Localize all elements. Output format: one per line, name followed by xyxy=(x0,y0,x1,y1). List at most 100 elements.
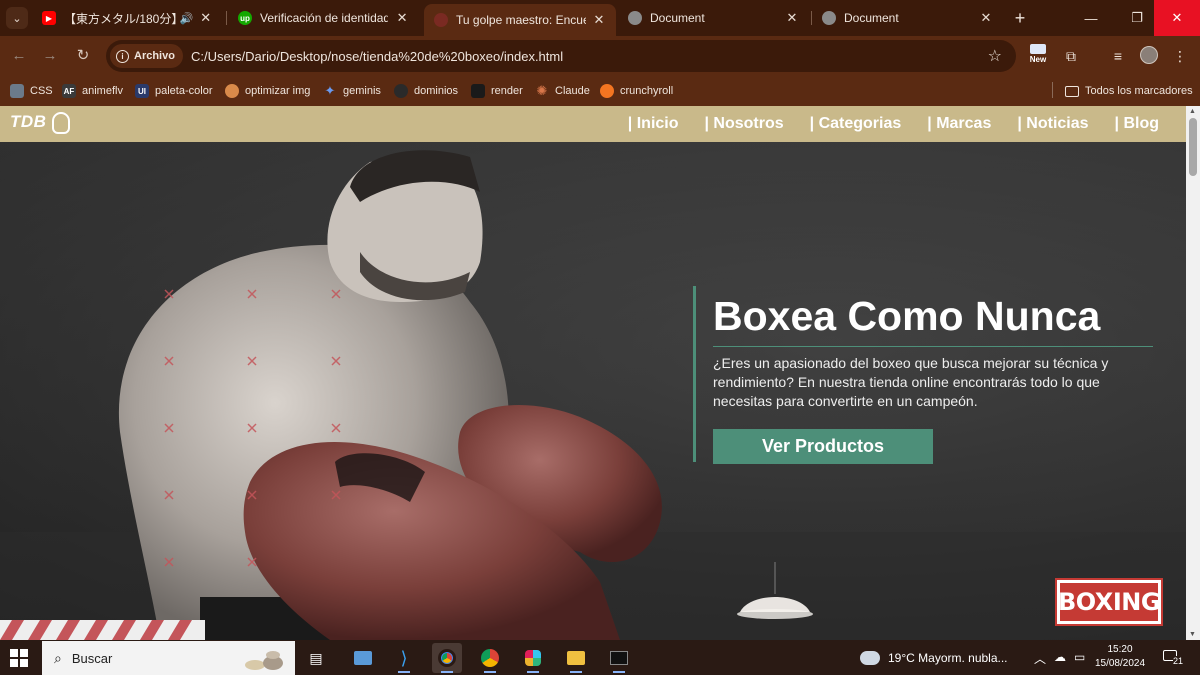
nav-inicio[interactable]: | Inicio xyxy=(628,115,679,133)
boxing-glove-logo-icon xyxy=(52,112,70,134)
bookmark-label: geminis xyxy=(343,85,381,97)
bookmark-render[interactable]: render xyxy=(471,81,523,101)
url-text[interactable]: C:/Users/Dario/Desktop/nose/tienda%20de%… xyxy=(191,49,563,64)
tab-document-1[interactable]: Document ✕ xyxy=(618,4,810,32)
chrome-profile-icon[interactable] xyxy=(475,643,505,673)
bookmark-animeflv[interactable]: AF animeflv xyxy=(62,81,123,101)
nav-blog[interactable]: | Blog xyxy=(1115,115,1159,133)
globe-icon xyxy=(628,11,642,25)
tab-verification[interactable]: up Verificación de identidad ✕ xyxy=(228,4,420,32)
new-tab-button[interactable]: + xyxy=(1010,8,1030,28)
bookmark-paleta-color[interactable]: UI paleta-color xyxy=(135,81,212,101)
hero-description: ¿Eres un apasionado del boxeo que busca … xyxy=(713,355,1109,409)
minimize-button[interactable]: — xyxy=(1068,0,1114,36)
hero-section: Boxea Como Nunca ¿Eres un apasionado del… xyxy=(0,142,1186,640)
windows-start-icon[interactable] xyxy=(10,649,28,667)
bookmark-claude[interactable]: ✺ Claude xyxy=(535,81,590,101)
bookmark-label: paleta-color xyxy=(155,85,213,97)
hero-card: Boxea Como Nunca ¿Eres un apasionado del… xyxy=(693,286,1163,464)
folder-app-icon[interactable] xyxy=(348,643,378,673)
notification-center-icon[interactable]: 21 xyxy=(1163,648,1189,668)
info-icon: i xyxy=(116,49,129,63)
tab-search-button[interactable]: ⌄ xyxy=(6,7,28,29)
display-icon[interactable]: ▭ xyxy=(1074,650,1085,664)
scroll-up-arrow-icon[interactable]: ▲ xyxy=(1189,108,1196,115)
hero-title: Boxea Como Nunca xyxy=(713,293,1101,339)
bookmark-label: Claude xyxy=(555,85,590,97)
tab-document-2[interactable]: Document ✕ xyxy=(812,4,1004,32)
network-offline-icon[interactable]: ☁ xyxy=(1054,650,1066,664)
address-bar[interactable]: i Archivo C:/Users/Dario/Desktop/nose/ti… xyxy=(106,40,1016,72)
nav-noticias[interactable]: | Noticias xyxy=(1017,115,1088,133)
nav-marcas[interactable]: | Marcas xyxy=(927,115,991,133)
all-bookmarks-folder[interactable]: Todos los marcadores xyxy=(1065,81,1193,101)
bookmark-label: render xyxy=(491,85,523,97)
bookmark-label: optimizar img xyxy=(245,85,311,97)
media-control-icon[interactable]: ≡ xyxy=(1108,46,1128,66)
tab-title: Document xyxy=(650,11,705,25)
forward-button[interactable]: → xyxy=(40,46,60,66)
close-icon[interactable]: ✕ xyxy=(200,10,212,26)
scrollbar-thumb[interactable] xyxy=(1189,118,1197,176)
bookmark-crunchyroll[interactable]: crunchyroll xyxy=(600,81,673,101)
ui-icon: UI xyxy=(135,84,149,98)
notification-count: 21 xyxy=(1173,656,1184,666)
bookmark-css[interactable]: CSS xyxy=(10,81,53,101)
tab-youtube[interactable]: ▶ 【東方メタル/180分】鋼鉄 🔊 ✕ xyxy=(32,4,222,32)
tab-boxing-store[interactable]: Tu golpe maestro: Encuentr ✕ xyxy=(424,4,616,36)
search-placeholder: Buscar xyxy=(71,650,113,666)
page-scrollbar[interactable]: ▲ ▼ xyxy=(1186,106,1200,640)
extensions-icon[interactable]: ⧉ xyxy=(1061,46,1081,66)
globe-icon xyxy=(822,11,836,25)
vscode-icon[interactable]: ⟩ xyxy=(389,643,419,673)
task-view-icon[interactable]: ▤ xyxy=(301,643,331,673)
bookmark-dominios[interactable]: dominios xyxy=(394,81,458,101)
bookmark-label: CSS xyxy=(30,85,53,97)
file-explorer-icon[interactable] xyxy=(561,643,591,673)
window-close-button[interactable]: ✕ xyxy=(1154,0,1200,36)
clock-time: 15:20 xyxy=(1107,644,1133,655)
slack-icon[interactable] xyxy=(518,643,548,673)
site-info-chip[interactable]: i Archivo xyxy=(110,44,183,68)
af-icon: AF xyxy=(62,84,76,98)
bookmark-label: Todos los marcadores xyxy=(1085,85,1193,97)
tab-title: 【東方メタル/180分】鋼鉄 xyxy=(64,11,176,26)
system-clock[interactable]: 15:20 15/08/2024 xyxy=(1090,643,1150,671)
new-label: New xyxy=(1029,55,1047,64)
bookmarks-bar: CSS AF animeflv UI paleta-color optimiza… xyxy=(0,76,1200,106)
render-icon xyxy=(471,84,485,98)
close-icon[interactable]: ✕ xyxy=(394,10,410,26)
weather-widget[interactable]: 19°C Mayorm. nubla... xyxy=(860,648,1008,668)
site-logo[interactable]: TDB xyxy=(10,112,46,132)
nav-nosotros[interactable]: | Nosotros xyxy=(705,115,784,133)
new-feature-badge[interactable]: New xyxy=(1028,44,1048,68)
close-icon[interactable]: ✕ xyxy=(592,12,606,28)
profile-avatar[interactable] xyxy=(1140,46,1158,64)
menu-icon[interactable]: ⋮ xyxy=(1170,46,1190,66)
optimizer-icon xyxy=(225,84,239,98)
tab-strip: ⌄ ▶ 【東方メタル/180分】鋼鉄 🔊 ✕ up Verificación d… xyxy=(0,0,1200,36)
taskbar-search[interactable]: ⌕ Buscar xyxy=(42,641,295,675)
speaker-icon[interactable]: 🔊 xyxy=(180,12,194,25)
crunchyroll-icon xyxy=(600,84,614,98)
back-button[interactable]: ← xyxy=(9,46,29,66)
clock-date: 15/08/2024 xyxy=(1094,658,1146,669)
nav-categorias[interactable]: | Categorias xyxy=(810,115,902,133)
close-icon[interactable]: ✕ xyxy=(978,10,994,26)
feature-icon xyxy=(1030,44,1046,54)
scroll-down-arrow-icon[interactable]: ▼ xyxy=(1189,631,1196,638)
ver-productos-button[interactable]: Ver Productos xyxy=(713,429,933,464)
terminal-icon[interactable] xyxy=(604,643,634,673)
chrome-icon[interactable] xyxy=(432,643,462,673)
show-hidden-icons-icon[interactable]: ︿ xyxy=(1034,650,1046,667)
bookmark-star-icon[interactable]: ☆ xyxy=(988,46,1002,66)
bookmark-geminis[interactable]: ✦ geminis xyxy=(323,81,381,101)
close-icon[interactable]: ✕ xyxy=(784,10,800,26)
search-icon: ⌕ xyxy=(54,649,62,666)
reload-button[interactable]: ↻ xyxy=(73,46,93,66)
bookmark-optimizar-img[interactable]: optimizar img xyxy=(225,81,310,101)
tab-title: Verificación de identidad xyxy=(260,11,389,25)
youtube-icon: ▶ xyxy=(42,11,56,25)
gemini-icon: ✦ xyxy=(324,83,336,98)
bookmark-label: crunchyroll xyxy=(620,85,674,97)
